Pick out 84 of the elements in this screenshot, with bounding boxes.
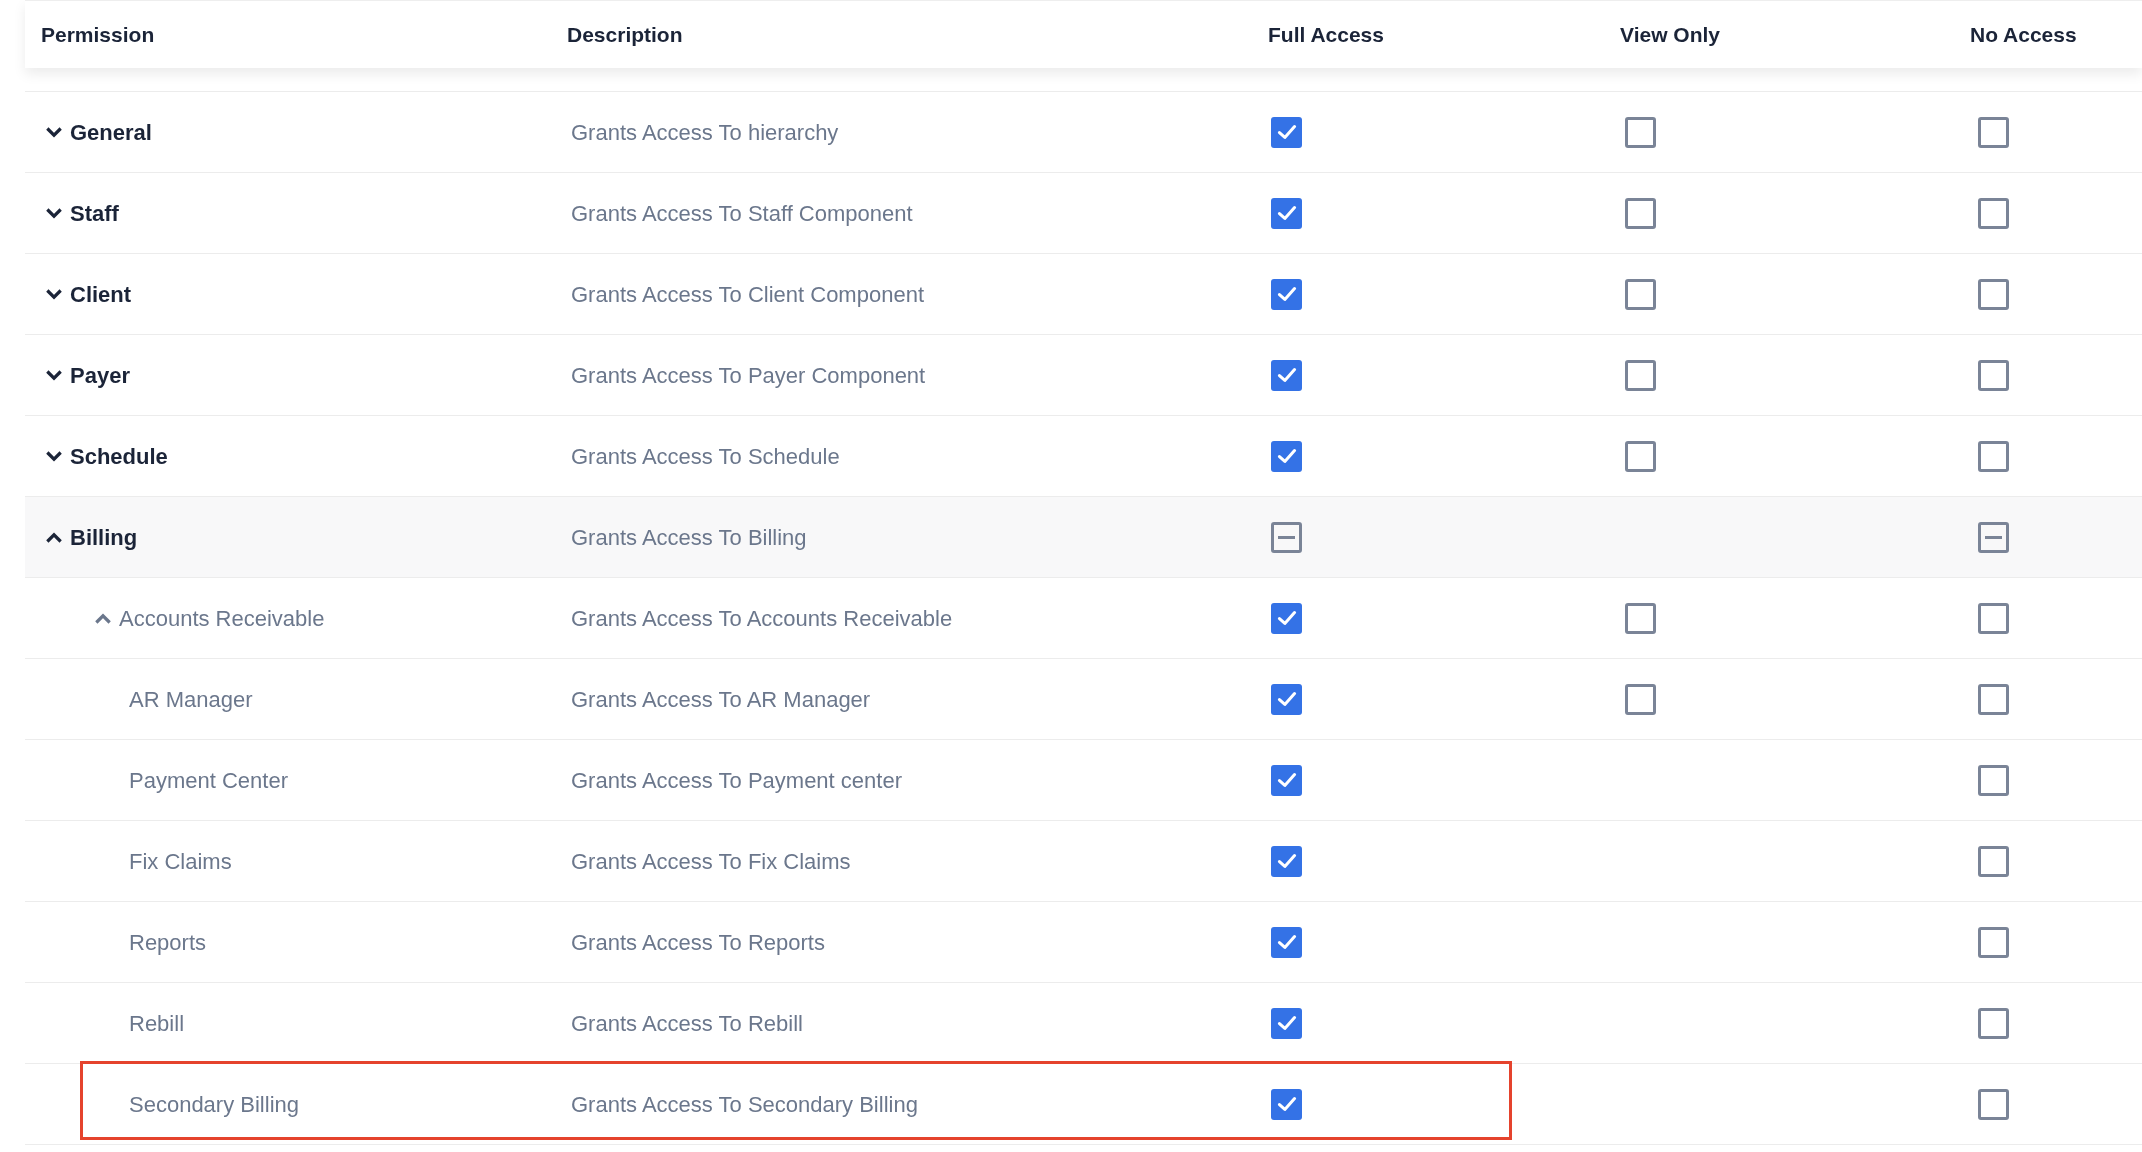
checkbox[interactable] — [1978, 1007, 2009, 1039]
checkbox[interactable] — [1625, 602, 1656, 634]
chevron-down-icon[interactable] — [46, 369, 62, 381]
checkmark-icon — [1276, 368, 1297, 382]
permission-description: Grants Access To Payer Component — [570, 362, 926, 388]
checkmark-icon — [1276, 935, 1297, 949]
checkbox[interactable] — [1978, 521, 2009, 553]
permission-name: Rebill — [129, 1009, 185, 1038]
checkbox[interactable] — [1978, 602, 2009, 634]
column-header: Permission — [40, 21, 156, 48]
checkbox[interactable] — [1271, 602, 1302, 634]
chevron-down-icon[interactable] — [46, 126, 62, 138]
chevron-down-icon[interactable] — [46, 207, 62, 219]
checkmark-icon — [1276, 206, 1297, 220]
permission-description: Grants Access To AR Manager — [570, 686, 871, 712]
permission-description: Grants Access To Secondary Billing — [570, 1091, 918, 1117]
checkbox[interactable] — [1978, 197, 2009, 229]
permission-name: General — [70, 118, 152, 147]
checkbox[interactable] — [1271, 359, 1302, 391]
checkmark-icon — [1276, 1097, 1297, 1111]
checkbox[interactable] — [1978, 440, 2009, 472]
checkbox[interactable] — [1978, 764, 2009, 796]
checkbox[interactable] — [1271, 926, 1302, 958]
permission-name: Payer — [70, 361, 130, 390]
checkmark-icon — [1276, 287, 1297, 301]
checkbox[interactable] — [1271, 1007, 1302, 1039]
permission-description: Grants Access To Reports — [570, 929, 825, 955]
chevron-down-icon[interactable] — [46, 450, 62, 462]
checkbox[interactable] — [1271, 116, 1302, 148]
checkbox[interactable] — [1625, 683, 1656, 715]
permission-name: Client — [70, 280, 132, 309]
permission-name: Payment Center — [129, 766, 288, 795]
permission-description: Grants Access To Schedule — [570, 443, 840, 469]
checkbox[interactable] — [1625, 359, 1656, 391]
checkbox[interactable] — [1978, 116, 2009, 148]
checkbox[interactable] — [1271, 845, 1302, 877]
column-header: View Only — [1619, 21, 1721, 48]
minus-icon — [1278, 535, 1295, 539]
checkbox[interactable] — [1625, 278, 1656, 310]
checkbox[interactable] — [1978, 683, 2009, 715]
chevron-down-icon[interactable] — [46, 288, 62, 300]
permission-name: Billing — [70, 523, 138, 552]
permission-description: Grants Access To Staff Component — [570, 200, 913, 226]
chevron-up-icon[interactable] — [46, 531, 62, 543]
permission-name: Reports — [129, 928, 207, 957]
permission-name: Schedule — [70, 442, 168, 471]
checkmark-icon — [1276, 449, 1297, 463]
minus-icon — [1985, 535, 2002, 539]
checkbox[interactable] — [1271, 197, 1302, 229]
checkmark-icon — [1276, 773, 1297, 787]
permission-description: Grants Access To Payment center — [570, 767, 902, 793]
checkbox[interactable] — [1271, 764, 1302, 796]
permission-name: Staff — [70, 199, 119, 228]
permission-name: AR Manager — [129, 685, 253, 714]
column-header: No Access — [1969, 21, 2078, 48]
column-header: Description — [567, 21, 684, 48]
checkmark-icon — [1276, 692, 1297, 706]
checkbox[interactable] — [1271, 440, 1302, 472]
permission-description: Grants Access To Client Component — [570, 281, 924, 307]
checkbox[interactable] — [1978, 278, 2009, 310]
permission-name: Fix Claims — [129, 847, 232, 876]
permission-description: Grants Access To Accounts Receivable — [570, 605, 953, 631]
permission-name: Accounts Receivable — [119, 604, 325, 633]
permission-description: Grants Access To Billing — [570, 524, 807, 550]
checkbox[interactable] — [1625, 197, 1656, 229]
checkbox[interactable] — [1978, 845, 2009, 877]
checkbox[interactable] — [1978, 359, 2009, 391]
checkbox[interactable] — [1625, 440, 1656, 472]
checkmark-icon — [1276, 1016, 1297, 1030]
checkbox[interactable] — [1978, 926, 2009, 958]
checkbox[interactable] — [1271, 278, 1302, 310]
permission-name: Secondary Billing — [129, 1090, 299, 1119]
permission-description: Grants Access To Rebill — [570, 1010, 803, 1036]
checkbox[interactable] — [1625, 116, 1656, 148]
checkbox[interactable] — [1271, 683, 1302, 715]
checkbox[interactable] — [1271, 521, 1302, 553]
permission-description: Grants Access To hierarchy — [570, 119, 839, 145]
permission-description: Grants Access To Fix Claims — [570, 848, 851, 874]
checkmark-icon — [1276, 854, 1297, 868]
checkbox[interactable] — [1271, 1088, 1302, 1120]
column-header: Full Access — [1267, 21, 1385, 48]
checkmark-icon — [1276, 125, 1297, 139]
checkmark-icon — [1276, 611, 1297, 625]
checkbox[interactable] — [1978, 1088, 2009, 1120]
